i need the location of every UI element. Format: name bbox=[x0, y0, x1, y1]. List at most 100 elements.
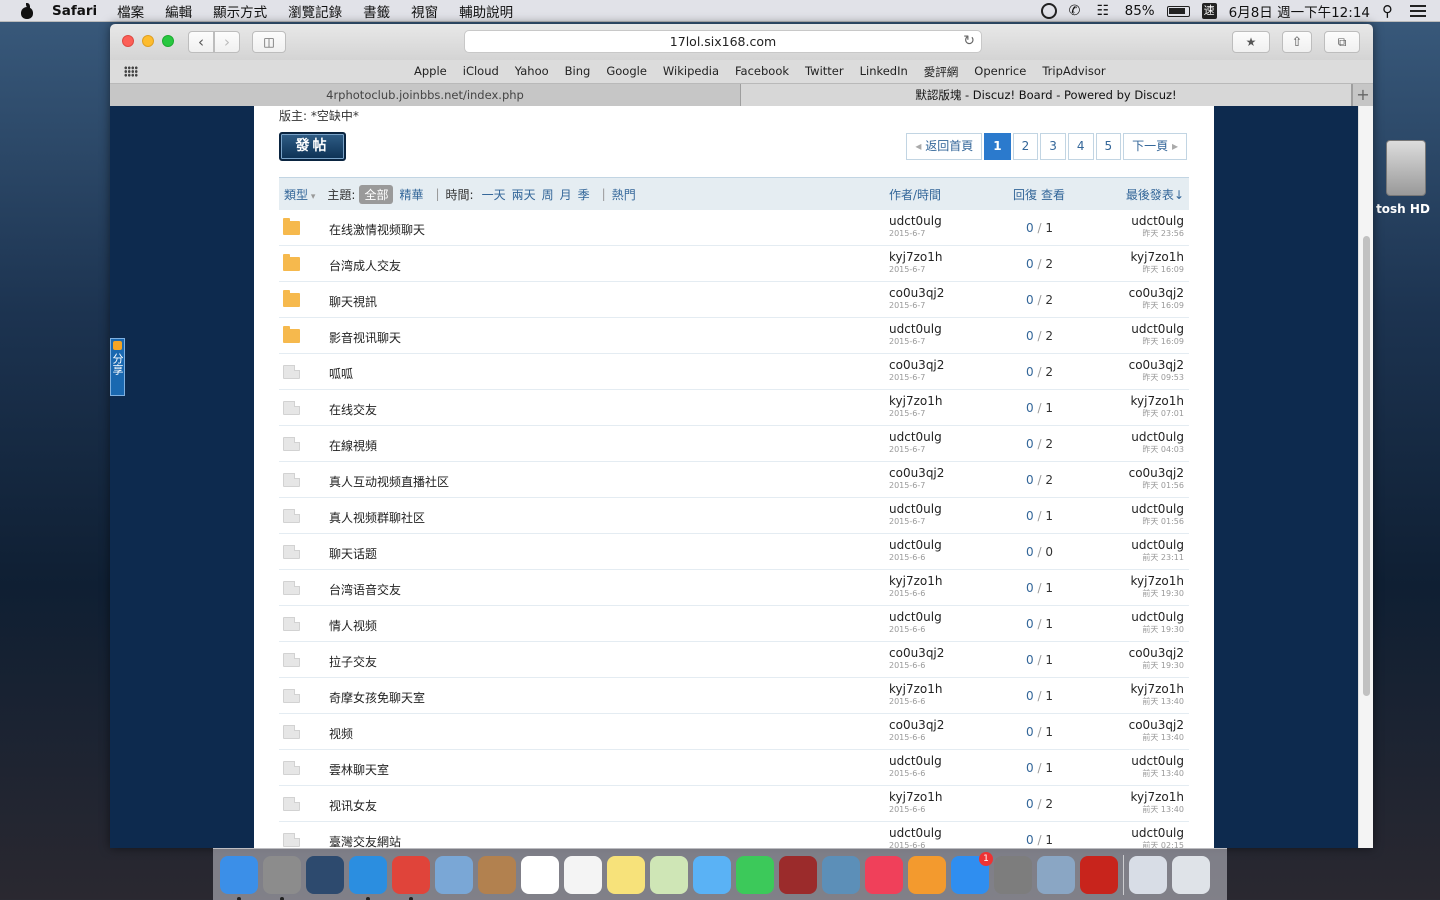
favorite-facebook[interactable]: Facebook bbox=[735, 64, 789, 80]
system-preferences-icon[interactable] bbox=[994, 855, 1032, 894]
last-post-time[interactable]: 昨天 09:53 bbox=[1129, 372, 1184, 383]
last-post-user[interactable]: udct0ulg bbox=[1131, 214, 1184, 228]
last-post-time[interactable]: 前天 19:30 bbox=[1131, 588, 1184, 599]
menu-window[interactable]: 視窗 bbox=[411, 1, 438, 21]
back-to-index-link[interactable]: ◂ 返回首頁 bbox=[906, 133, 983, 160]
input-method-icon[interactable]: 速 bbox=[1201, 3, 1217, 19]
thread-title[interactable]: 台湾语音交友 bbox=[329, 581, 401, 598]
last-post-user[interactable]: kyj7zo1h bbox=[1131, 682, 1184, 696]
thread-row[interactable]: 在线交友 kyj7zo1h 2015-6-7 0 / 1 kyj7zo1h 昨天… bbox=[279, 390, 1189, 426]
thread-row[interactable]: 视讯女友 kyj7zo1h 2015-6-6 0 / 2 kyj7zo1h 前天… bbox=[279, 786, 1189, 822]
facetime-icon[interactable] bbox=[736, 855, 774, 894]
back-button[interactable]: ‹ bbox=[188, 31, 214, 53]
apple-menu-icon[interactable] bbox=[20, 2, 34, 19]
author-name[interactable]: kyj7zo1h bbox=[889, 250, 942, 264]
last-post-user[interactable]: udct0ulg bbox=[1131, 430, 1184, 444]
wifi-icon[interactable]: ☷ bbox=[1097, 3, 1113, 19]
menu-edit[interactable]: 編輯 bbox=[165, 1, 192, 21]
filter-week[interactable]: 周 bbox=[542, 186, 554, 203]
last-post-user[interactable]: udct0ulg bbox=[1131, 826, 1184, 840]
trash-icon[interactable] bbox=[1172, 855, 1210, 894]
filter-hot[interactable]: 熱門 bbox=[612, 186, 636, 203]
filezilla-icon[interactable] bbox=[1080, 855, 1118, 894]
thread-row[interactable]: 臺灣交友網站 udct0ulg 2015-6-6 0 / 1 udct0ulg … bbox=[279, 822, 1189, 848]
filter-two-days[interactable]: 兩天 bbox=[512, 186, 536, 203]
last-post-time[interactable]: 昨天 04:03 bbox=[1131, 444, 1184, 455]
thread-title[interactable]: 奇摩女孩免聊天室 bbox=[329, 689, 425, 706]
last-post-user[interactable]: co0u3qj2 bbox=[1129, 466, 1184, 480]
last-post-user[interactable]: kyj7zo1h bbox=[1131, 394, 1184, 408]
next-page-link[interactable]: 下一頁 ▸ bbox=[1123, 133, 1187, 160]
last-post-user[interactable]: kyj7zo1h bbox=[1131, 790, 1184, 804]
last-post-user[interactable]: kyj7zo1h bbox=[1131, 574, 1184, 588]
thread-row[interactable]: 视频 co0u3qj2 2015-6-6 0 / 1 co0u3qj2 前天 1… bbox=[279, 714, 1189, 750]
iphoto-icon[interactable] bbox=[822, 855, 860, 894]
top-sites-icon[interactable]: ★ bbox=[1232, 31, 1270, 53]
thread-row[interactable]: 在线激情视频聊天 udct0ulg 2015-6-7 0 / 1 udct0ul… bbox=[279, 210, 1189, 246]
author-name[interactable]: udct0ulg bbox=[889, 430, 942, 444]
dashboard-icon[interactable] bbox=[306, 855, 344, 894]
last-post-user[interactable]: udct0ulg bbox=[1131, 502, 1184, 516]
favorite-google[interactable]: Google bbox=[606, 64, 647, 80]
tab-overview-icon[interactable]: ⧉ bbox=[1324, 31, 1360, 53]
thread-title[interactable]: 在线激情视频聊天 bbox=[329, 221, 425, 238]
thread-row[interactable]: 在線視頻 udct0ulg 2015-6-7 0 / 2 udct0ulg 昨天… bbox=[279, 426, 1189, 462]
thread-row[interactable]: 呱呱 co0u3qj2 2015-6-7 0 / 2 co0u3qj2 昨天 0… bbox=[279, 354, 1189, 390]
type-filter-dropdown[interactable]: 類型 ▾ bbox=[284, 186, 315, 203]
filter-digest[interactable]: 精華 bbox=[399, 186, 423, 203]
author-name[interactable]: co0u3qj2 bbox=[889, 718, 944, 732]
page-3-link[interactable]: 3 bbox=[1040, 133, 1066, 160]
favorite-bing[interactable]: Bing bbox=[565, 64, 591, 80]
author-name[interactable]: udct0ulg bbox=[889, 754, 942, 768]
tab-discuz-board[interactable]: 默認版塊 - Discuz! Board - Powered by Discuz… bbox=[741, 84, 1352, 106]
chrome-icon[interactable] bbox=[392, 855, 430, 900]
author-name[interactable]: udct0ulg bbox=[889, 502, 942, 516]
author-name[interactable]: kyj7zo1h bbox=[889, 790, 942, 804]
thread-row[interactable]: 影音视讯聊天 udct0ulg 2015-6-7 0 / 2 udct0ulg … bbox=[279, 318, 1189, 354]
itunes-icon[interactable] bbox=[865, 855, 903, 894]
share-icon[interactable]: ⇧ bbox=[1282, 31, 1312, 53]
thread-title[interactable]: 呱呱 bbox=[329, 365, 353, 382]
menu-file[interactable]: 檔案 bbox=[117, 1, 144, 21]
vertical-scrollbar[interactable] bbox=[1358, 106, 1373, 848]
battery-icon[interactable] bbox=[1166, 5, 1190, 17]
filter-season[interactable]: 季 bbox=[578, 186, 590, 203]
tab-4rphotoclub[interactable]: 4rphotoclub.joinbbs.net/index.php bbox=[110, 84, 741, 106]
last-post-time[interactable]: 昨天 01:56 bbox=[1129, 480, 1184, 491]
new-post-button[interactable]: 發帖 bbox=[279, 132, 346, 161]
menu-bookmarks[interactable]: 書籤 bbox=[363, 1, 390, 21]
page-2-link[interactable]: 2 bbox=[1012, 133, 1039, 160]
preview-icon[interactable] bbox=[435, 855, 473, 894]
author-name[interactable]: udct0ulg bbox=[889, 826, 942, 840]
sort-author-time[interactable]: 作者/時間 bbox=[889, 186, 941, 203]
last-post-time[interactable]: 前天 13:40 bbox=[1129, 732, 1184, 743]
menu-help[interactable]: 輔助說明 bbox=[459, 1, 513, 21]
thread-title[interactable]: 影音视讯聊天 bbox=[329, 329, 401, 346]
new-tab-button[interactable]: + bbox=[1352, 84, 1373, 106]
page-5-link[interactable]: 5 bbox=[1095, 133, 1122, 160]
favorite-icloud[interactable]: iCloud bbox=[463, 64, 499, 80]
last-post-time[interactable]: 前天 13:40 bbox=[1131, 768, 1184, 779]
thread-title[interactable]: 视讯女友 bbox=[329, 797, 377, 814]
thread-row[interactable]: 聊天话题 udct0ulg 2015-6-6 0 / 0 udct0ulg 前天… bbox=[279, 534, 1189, 570]
last-post-user[interactable]: udct0ulg bbox=[1131, 538, 1184, 552]
thread-title[interactable]: 台湾成人交友 bbox=[329, 257, 401, 274]
forward-button[interactable]: › bbox=[214, 31, 240, 53]
last-post-time[interactable]: 前天 02:15 bbox=[1131, 840, 1184, 848]
thread-row[interactable]: 台湾成人交友 kyj7zo1h 2015-6-7 0 / 2 kyj7zo1h … bbox=[279, 246, 1189, 282]
favorites-grid-icon[interactable] bbox=[124, 66, 138, 77]
thread-title[interactable]: 在線視頻 bbox=[329, 437, 377, 454]
notes-icon[interactable] bbox=[607, 855, 645, 894]
maps-icon[interactable] bbox=[650, 855, 688, 894]
last-post-time[interactable]: 昨天 16:09 bbox=[1131, 336, 1184, 347]
author-name[interactable]: co0u3qj2 bbox=[889, 466, 944, 480]
thread-title[interactable]: 聊天话题 bbox=[329, 545, 377, 562]
author-name[interactable]: kyj7zo1h bbox=[889, 682, 942, 696]
last-post-time[interactable]: 昨天 07:01 bbox=[1131, 408, 1184, 419]
thread-title[interactable]: 雲林聊天室 bbox=[329, 761, 389, 778]
vpn-status-icon[interactable] bbox=[1040, 3, 1057, 19]
filter-one-day[interactable]: 一天 bbox=[482, 186, 506, 203]
thread-title[interactable]: 拉子交友 bbox=[329, 653, 377, 670]
author-name[interactable]: udct0ulg bbox=[889, 610, 942, 624]
page-1-link[interactable]: 1 bbox=[984, 133, 1011, 160]
